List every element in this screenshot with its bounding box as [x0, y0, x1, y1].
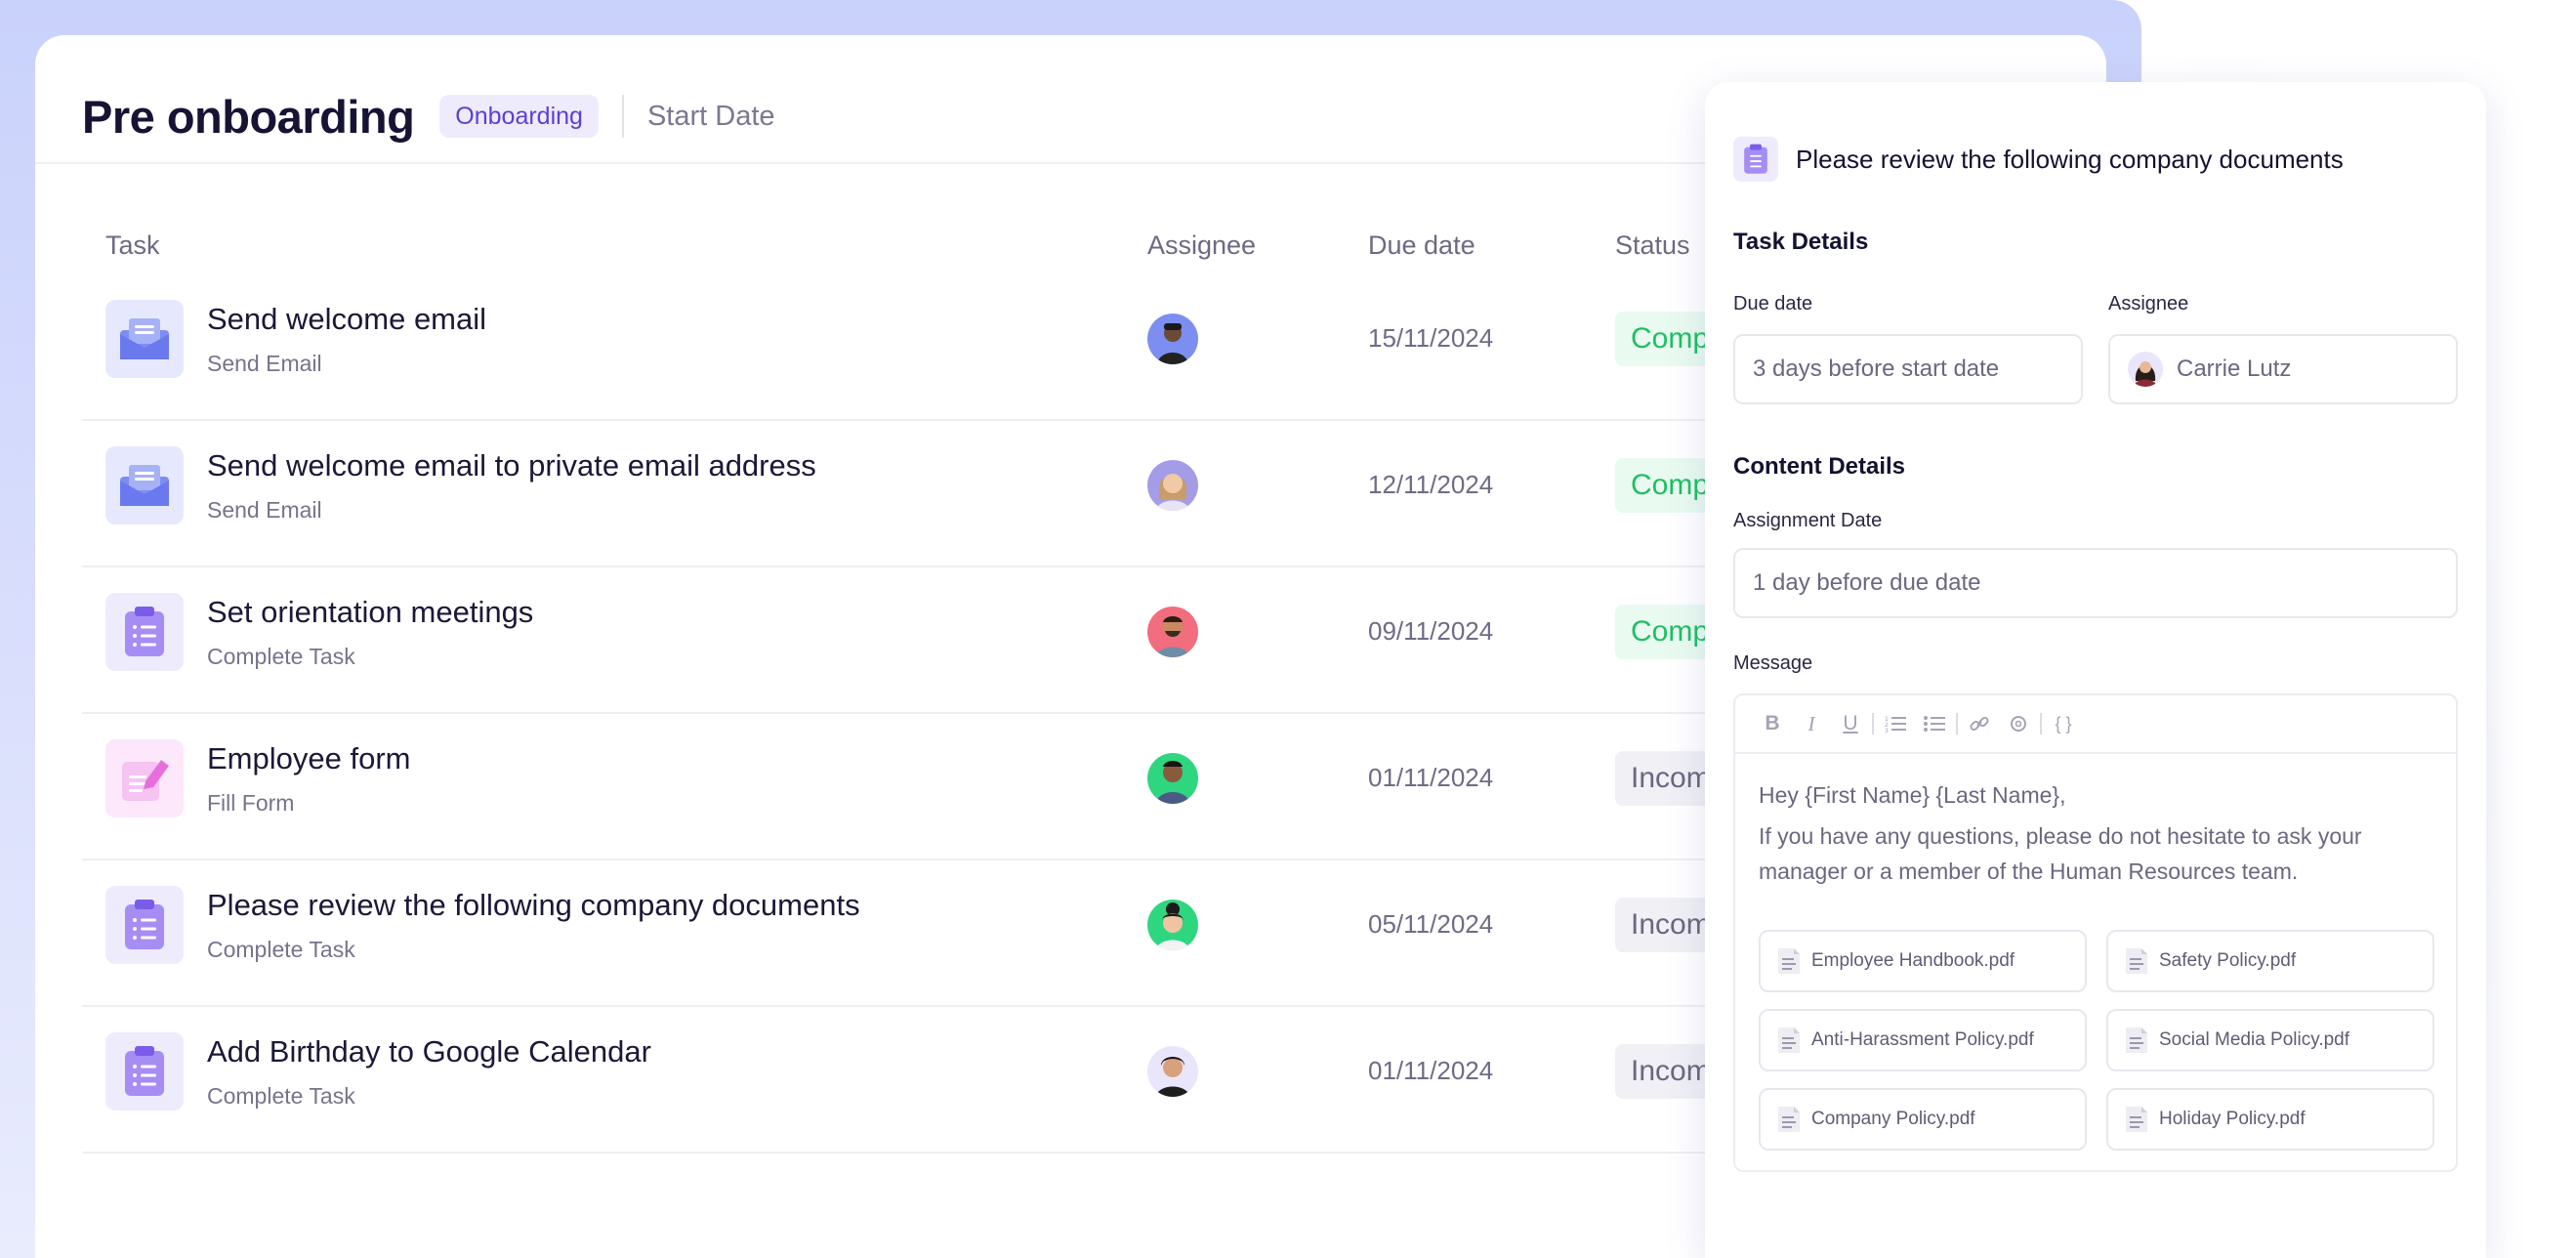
table-row[interactable]: Please review the following company docu… — [82, 860, 1790, 1007]
task-type: Send Email — [207, 497, 322, 523]
message-label: Message — [1733, 652, 1813, 674]
task-type: Complete Task — [207, 1083, 355, 1109]
page-header: Pre onboarding Onboarding Start Date — [82, 82, 775, 150]
svg-text:3: 3 — [1885, 728, 1889, 733]
document-icon — [1778, 1027, 1800, 1053]
table-row[interactable]: Set orientation meetings Complete Task 0… — [82, 567, 1772, 714]
attachment-name: Anti-Harassment Policy.pdf — [1811, 1029, 2034, 1050]
toolbar-divider — [2040, 713, 2042, 734]
avatar — [2128, 352, 2163, 387]
start-date-label[interactable]: Start Date — [647, 101, 775, 133]
page-title: Pre onboarding — [82, 90, 415, 143]
due-date: 01/11/2024 — [1368, 1056, 1494, 1085]
task-type: Complete Task — [207, 644, 355, 669]
due-date: 05/11/2024 — [1368, 909, 1494, 939]
column-header-task[interactable]: Task — [105, 231, 160, 261]
underline-icon[interactable]: U — [1831, 706, 1870, 741]
header-divider — [621, 95, 624, 138]
envelope-icon — [105, 446, 184, 524]
message-text: If you have any questions, please do not… — [1759, 823, 2362, 884]
task-title[interactable]: Send welcome email — [207, 302, 486, 337]
attachment-name: Safety Policy.pdf — [2159, 950, 2297, 971]
panel-title: Please review the following company docu… — [1796, 144, 2344, 174]
envelope-icon — [105, 300, 184, 378]
due-date: 15/11/2024 — [1368, 323, 1494, 353]
toolbar-divider — [1956, 713, 1958, 734]
attachment-item[interactable]: Social Media Policy.pdf — [2106, 1009, 2434, 1071]
due-date-value: 3 days before start date — [1753, 356, 2000, 382]
clipboard-icon — [105, 1032, 184, 1111]
assignee-value: Carrie Lutz — [2177, 356, 2292, 382]
assignment-date-field[interactable]: 1 day before due date — [1733, 548, 2458, 618]
assignment-date-label: Assignment Date — [1733, 510, 1883, 531]
message-greeting: Hey {First Name} {Last Name}, — [1759, 782, 2066, 808]
toolbar-divider — [1872, 713, 1874, 734]
column-header-due-date[interactable]: Due date — [1368, 231, 1475, 261]
mention-icon[interactable] — [1999, 706, 2038, 741]
document-icon — [2126, 1107, 2147, 1132]
task-title[interactable]: Please review the following company docu… — [207, 888, 860, 923]
attachment-item[interactable]: Holiday Policy.pdf — [2106, 1088, 2434, 1151]
due-date-field[interactable]: 3 days before start date — [1733, 334, 2083, 404]
avatar[interactable] — [1147, 900, 1198, 950]
header-divider-line — [35, 162, 1705, 164]
panel-header: Please review the following company docu… — [1733, 137, 2344, 182]
clipboard-icon — [105, 593, 184, 671]
document-icon — [2126, 1027, 2147, 1053]
assignment-date-value: 1 day before due date — [1753, 569, 1981, 596]
bullet-list-icon[interactable] — [1915, 706, 1954, 741]
due-date-label: Due date — [1733, 293, 1813, 314]
attachment-item[interactable]: Safety Policy.pdf — [2106, 930, 2434, 992]
avatar[interactable] — [1147, 1046, 1198, 1097]
editor-toolbar: B I U 123 { } — [1735, 695, 2456, 754]
onboarding-tag[interactable]: Onboarding — [439, 95, 599, 138]
attachment-name: Company Policy.pdf — [1811, 1109, 1975, 1129]
clipboard-icon — [1733, 137, 1778, 182]
table-row[interactable]: Add Birthday to Google Calendar Complete… — [82, 1007, 1790, 1153]
italic-icon[interactable]: I — [1792, 706, 1831, 741]
column-header-status[interactable]: Status — [1615, 231, 1690, 261]
assignee-label: Assignee — [2108, 293, 2189, 314]
due-date: 12/11/2024 — [1368, 470, 1494, 499]
content-details-heading: Content Details — [1733, 453, 1906, 480]
attachment-item[interactable]: Company Policy.pdf — [1759, 1088, 2087, 1151]
table-row[interactable]: Employee form Fill Form 01/11/2024 Incom… — [82, 714, 1790, 860]
document-icon — [1778, 948, 1800, 974]
task-type: Complete Task — [207, 937, 355, 962]
avatar[interactable] — [1147, 607, 1198, 657]
task-type: Fill Form — [207, 790, 295, 816]
avatar[interactable] — [1147, 753, 1198, 804]
attachment-name: Holiday Policy.pdf — [2159, 1109, 2306, 1129]
code-braces-icon[interactable]: { } — [2044, 706, 2083, 741]
bold-icon[interactable]: B — [1753, 706, 1792, 741]
task-title[interactable]: Employee form — [207, 741, 410, 776]
document-icon — [2126, 948, 2147, 974]
form-edit-icon — [105, 739, 184, 818]
attachment-item[interactable]: Employee Handbook.pdf — [1759, 930, 2087, 992]
assignee-field[interactable]: Carrie Lutz — [2108, 334, 2458, 404]
attachment-item[interactable]: Anti-Harassment Policy.pdf — [1759, 1009, 2087, 1071]
message-editor[interactable]: B I U 123 { } Hey {First Name} {Last Nam… — [1733, 693, 2458, 1172]
message-body[interactable]: Hey {First Name} {Last Name}, If you hav… — [1759, 777, 2442, 889]
due-date: 01/11/2024 — [1368, 763, 1494, 792]
link-icon[interactable] — [1960, 706, 1999, 741]
task-title[interactable]: Add Birthday to Google Calendar — [207, 1034, 651, 1069]
attachment-name: Social Media Policy.pdf — [2159, 1029, 2350, 1050]
avatar[interactable] — [1147, 314, 1198, 364]
task-title[interactable]: Send welcome email to private email addr… — [207, 448, 816, 483]
avatar[interactable] — [1147, 460, 1198, 511]
attachment-name: Employee Handbook.pdf — [1811, 950, 2015, 971]
table-row[interactable]: Send welcome email to private email addr… — [82, 421, 1772, 567]
task-type: Send Email — [207, 351, 322, 376]
document-icon — [1778, 1107, 1800, 1132]
table-row[interactable]: Send welcome email Send Email 15/11/2024… — [82, 274, 1772, 421]
table-header: Task Assignee Due date Status — [82, 231, 1742, 273]
task-details-heading: Task Details — [1733, 229, 1869, 255]
column-header-assignee[interactable]: Assignee — [1147, 231, 1256, 261]
task-detail-panel: Please review the following company docu… — [1705, 82, 2486, 1258]
ordered-list-icon[interactable]: 123 — [1876, 706, 1915, 741]
clipboard-icon — [105, 886, 184, 964]
task-title[interactable]: Set orientation meetings — [207, 595, 533, 630]
due-date: 09/11/2024 — [1368, 616, 1494, 646]
